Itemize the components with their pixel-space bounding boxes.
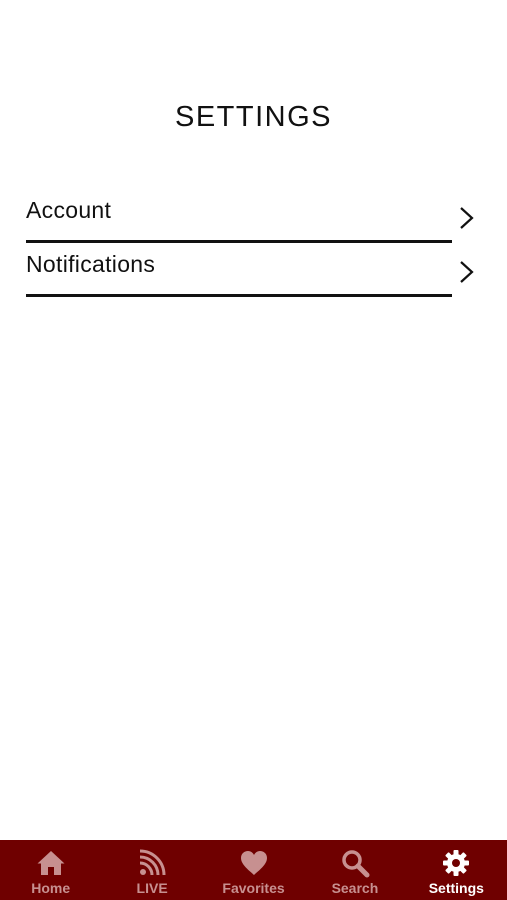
heart-icon xyxy=(238,848,270,878)
tab-label: LIVE xyxy=(136,880,168,896)
settings-item-label: Notifications xyxy=(26,251,156,277)
tab-live[interactable]: LIVE xyxy=(101,840,202,900)
home-icon xyxy=(35,848,67,878)
settings-list: Account Notifications xyxy=(26,189,486,297)
gear-icon xyxy=(440,848,472,878)
tab-label: Home xyxy=(31,880,71,896)
tab-label: Search xyxy=(331,880,379,896)
tab-label: Settings xyxy=(428,880,484,896)
settings-item-notifications[interactable]: Notifications xyxy=(26,243,486,297)
tab-home[interactable]: Home xyxy=(0,840,101,900)
chevron-right-icon xyxy=(460,261,474,283)
tab-favorites[interactable]: Favorites xyxy=(203,840,304,900)
settings-item-label: Account xyxy=(26,197,112,223)
tab-label: Favorites xyxy=(222,880,285,896)
tab-settings[interactable]: Settings xyxy=(406,840,507,900)
tab-bar: Home LIVE Favorites Search Settings xyxy=(0,840,507,900)
chevron-right-icon xyxy=(460,207,474,229)
search-icon xyxy=(339,848,371,878)
page-title: SETTINGS xyxy=(174,101,332,133)
divider xyxy=(26,294,452,297)
tab-search[interactable]: Search xyxy=(304,840,405,900)
rss-icon xyxy=(136,848,168,878)
settings-item-account[interactable]: Account xyxy=(26,189,486,243)
